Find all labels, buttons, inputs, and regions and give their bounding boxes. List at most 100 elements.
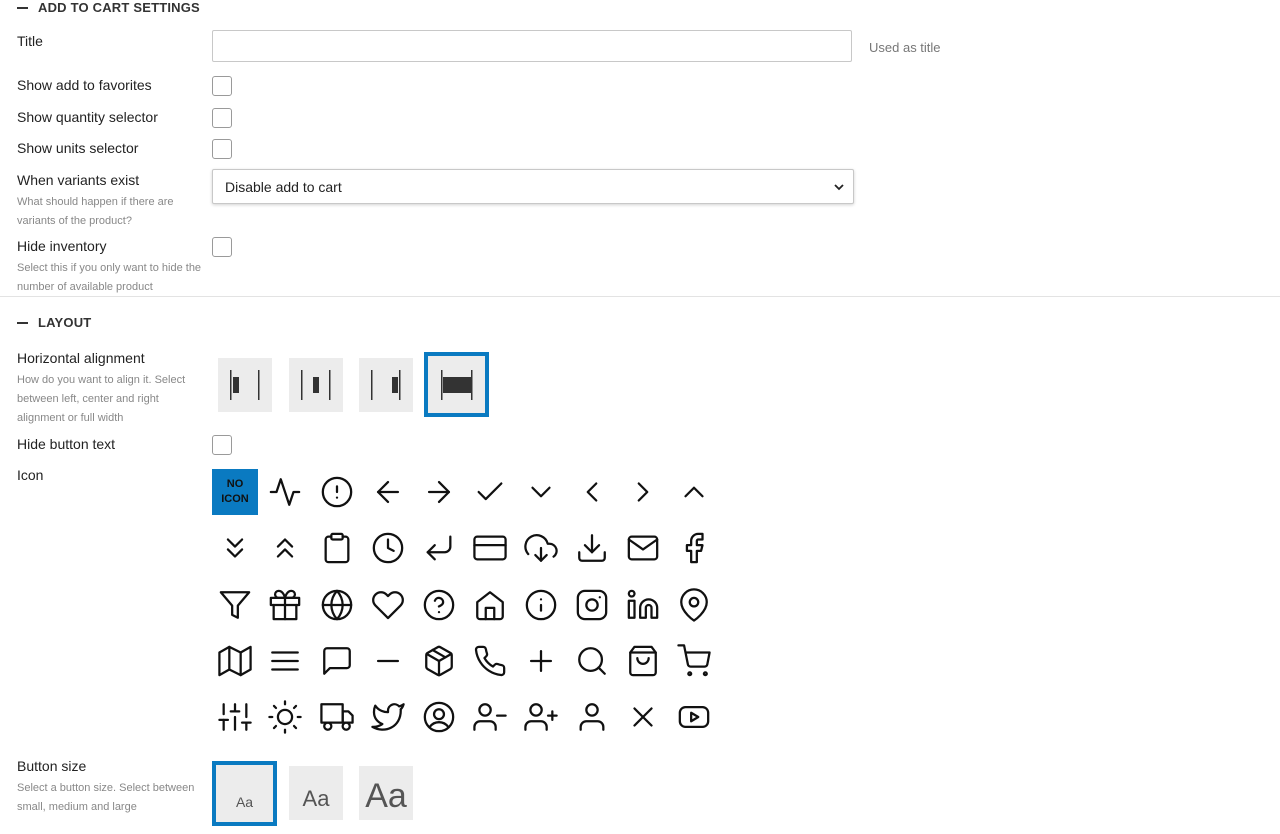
icon-option-user-minus[interactable] (467, 694, 513, 740)
icon-option-corner-down-left[interactable] (416, 525, 462, 571)
align-right-icon (371, 370, 401, 400)
size-medium-option[interactable]: Aa (289, 766, 343, 820)
icon-option-chevron-left[interactable] (569, 469, 615, 515)
icon-option-arrow-right[interactable] (416, 469, 462, 515)
icon-option-plus[interactable] (518, 638, 564, 684)
icon-option-map-pin[interactable] (671, 582, 717, 628)
quantity-checkbox[interactable] (212, 108, 232, 128)
package-icon (425, 645, 453, 677)
icon-option-clock[interactable] (365, 525, 411, 571)
help-circle-icon (423, 589, 455, 621)
inventory-hint: Select this if you only want to hide the… (17, 262, 202, 293)
icon-option-chevron-down[interactable] (518, 469, 564, 515)
hide-text-checkbox[interactable] (212, 435, 232, 455)
icon-option-arrow-left[interactable] (365, 469, 411, 515)
align-full-width-icon (440, 369, 472, 400)
phone-icon (474, 645, 506, 677)
shopping-bag-icon (629, 645, 657, 677)
align-center-option[interactable] (289, 358, 343, 412)
icon-option-package[interactable] (416, 638, 462, 684)
clipboard-icon (324, 532, 350, 564)
facebook-icon (685, 532, 704, 564)
clock-icon (372, 532, 404, 564)
icon-option-youtube[interactable] (671, 694, 717, 740)
icon-option-chevron-right[interactable] (620, 469, 666, 515)
icon-option-search[interactable] (569, 638, 615, 684)
globe-icon (321, 589, 353, 621)
message-square-icon (323, 647, 351, 675)
section-header-layout[interactable]: LAYOUT (17, 315, 91, 330)
icon-option-chevron-up[interactable] (671, 469, 717, 515)
align-center-icon (301, 370, 331, 400)
filter-icon (219, 591, 251, 619)
icon-option-map[interactable] (212, 638, 258, 684)
icon-option-phone[interactable] (467, 638, 513, 684)
section-header-add-to-cart[interactable]: ADD TO CART SETTINGS (17, 0, 200, 15)
chevron-up-icon (684, 486, 704, 498)
icon-option-twitter[interactable] (365, 694, 411, 740)
variants-label: When variants exist (17, 172, 140, 188)
icon-option-mail[interactable] (620, 525, 666, 571)
align-right-option[interactable] (359, 358, 413, 412)
icon-option-sliders[interactable] (212, 694, 258, 740)
title-input[interactable] (212, 30, 852, 62)
icon-option-credit-card[interactable] (467, 525, 513, 571)
credit-card-icon (473, 535, 507, 561)
favorites-checkbox[interactable] (212, 76, 232, 96)
icon-option-filter[interactable] (212, 582, 258, 628)
youtube-icon (678, 705, 710, 729)
icon-option-download[interactable] (569, 525, 615, 571)
hide-text-label: Hide button text (17, 436, 116, 452)
icon-option-user[interactable] (569, 694, 615, 740)
info-icon (525, 589, 557, 621)
icon-option-user-circle[interactable] (416, 694, 462, 740)
icon-option-info[interactable] (518, 582, 564, 628)
alignment-label: Horizontal alignment (17, 350, 145, 366)
icon-option-message-square[interactable] (314, 638, 360, 684)
align-left-option[interactable] (218, 358, 272, 412)
icon-option-home[interactable] (467, 582, 513, 628)
align-full-width-option[interactable] (424, 352, 489, 417)
icon-option-activity[interactable] (262, 469, 308, 515)
download-icon (578, 534, 606, 562)
gift-icon (269, 589, 301, 621)
icon-option-heart[interactable] (365, 582, 411, 628)
icon-option-gift[interactable] (262, 582, 308, 628)
variants-select[interactable]: Disable add to cart (212, 169, 854, 204)
icon-option-download-cloud[interactable] (518, 525, 564, 571)
user-icon (579, 703, 605, 731)
icon-option-x[interactable] (620, 694, 666, 740)
icon-option-alert-circle[interactable] (314, 469, 360, 515)
icon-option-shopping-bag[interactable] (620, 638, 666, 684)
arrow-left-icon (376, 480, 400, 504)
icon-option-linkedin[interactable] (620, 582, 666, 628)
variants-hint: What should happen if there are variants… (17, 196, 174, 227)
favorites-label: Show add to favorites (17, 77, 152, 93)
inventory-checkbox[interactable] (212, 237, 232, 257)
icon-option-truck[interactable] (314, 694, 360, 740)
heart-icon (372, 591, 404, 620)
icon-option-clipboard[interactable] (314, 525, 360, 571)
icon-option-minus[interactable] (365, 638, 411, 684)
menu-icon (271, 651, 299, 671)
icon-option-chevrons-up[interactable] (262, 525, 308, 571)
variants-select-value: Disable add to cart (225, 178, 342, 195)
icon-option-help-circle[interactable] (416, 582, 462, 628)
no-icon-option[interactable]: NO ICON (212, 469, 258, 515)
icon-option-user-plus[interactable] (518, 694, 564, 740)
icon-option-check[interactable] (467, 469, 513, 515)
size-small-option[interactable]: Aa (212, 761, 277, 826)
units-label: Show units selector (17, 140, 139, 156)
user-plus-icon (524, 703, 558, 731)
icon-option-globe[interactable] (314, 582, 360, 628)
icon-option-sun[interactable] (262, 694, 308, 740)
icon-option-chevrons-down[interactable] (212, 525, 258, 571)
units-checkbox[interactable] (212, 139, 232, 159)
twitter-icon (371, 703, 405, 731)
size-large-option[interactable]: Aa (359, 766, 413, 820)
icon-option-shopping-cart[interactable] (671, 638, 717, 684)
instagram-icon (576, 589, 608, 621)
icon-option-instagram[interactable] (569, 582, 615, 628)
icon-option-facebook[interactable] (671, 525, 717, 571)
icon-option-menu[interactable] (262, 638, 308, 684)
